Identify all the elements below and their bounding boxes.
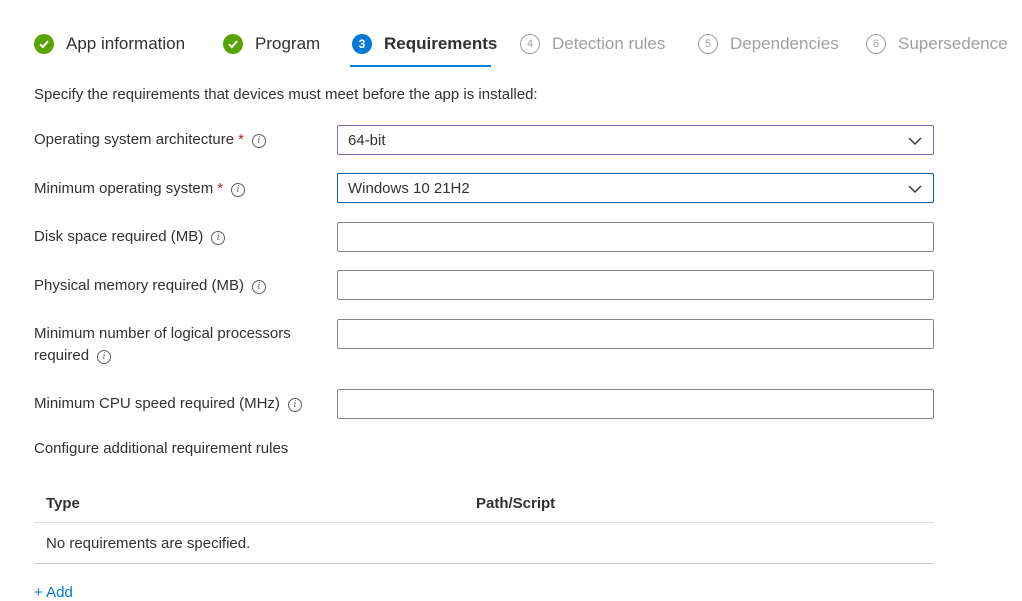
step-number: 5 (698, 34, 718, 54)
min-os-label: Minimum operating system * i (34, 178, 324, 200)
info-icon[interactable]: i (211, 231, 226, 245)
empty-table-message: No requirements are specified. (34, 523, 934, 564)
step-number: 4 (520, 34, 540, 54)
label-text: Minimum number of logical processors req… (34, 325, 291, 364)
step-detection-rules[interactable]: 4 Detection rules (520, 28, 665, 60)
step-label: Detection rules (552, 34, 666, 53)
required-marker: * (217, 180, 224, 197)
min-os-dropdown[interactable]: Windows 10 21H2 (337, 173, 934, 203)
label-text: Minimum operating system (34, 180, 214, 197)
info-icon[interactable]: i (287, 398, 302, 412)
step-label: Requirements (384, 34, 498, 53)
step-program[interactable]: Program (223, 28, 320, 60)
label-text: Minimum CPU speed required (MHz) (34, 395, 280, 412)
label-text: Disk space required (MB) (34, 228, 204, 245)
physical-memory-input[interactable] (337, 270, 934, 300)
disk-space-label: Disk space required (MB) i (34, 226, 324, 248)
additional-rules-title: Configure additional requirement rules (34, 440, 289, 457)
step-supersedence[interactable]: 6 Supersedence (866, 28, 1008, 60)
cpu-speed-input[interactable] (337, 389, 934, 419)
step-number: 6 (866, 34, 886, 54)
logical-processors-input[interactable] (337, 319, 934, 349)
step-number: 3 (352, 34, 372, 54)
step-app-information[interactable]: App information (34, 28, 185, 60)
disk-space-input[interactable] (337, 222, 934, 252)
add-rule-link[interactable]: + Add (34, 584, 73, 601)
step-label: Program (255, 34, 321, 53)
column-header-type[interactable]: Type (34, 495, 476, 512)
physical-memory-label: Physical memory required (MB) i (34, 275, 324, 297)
active-step-underline (350, 65, 491, 67)
logical-processors-label: Minimum number of logical processors req… (34, 323, 319, 367)
dropdown-value: Windows 10 21H2 (348, 179, 470, 197)
step-dependencies[interactable]: 5 Dependencies (698, 28, 839, 60)
required-marker: * (238, 131, 244, 148)
os-architecture-dropdown[interactable]: 64-bit (337, 125, 934, 155)
column-header-path-script[interactable]: Path/Script (476, 495, 934, 512)
checkmark-icon (34, 34, 54, 54)
chevron-down-icon (908, 185, 922, 193)
label-text: Physical memory required (MB) (34, 277, 245, 294)
info-icon[interactable]: i (97, 350, 112, 364)
cpu-speed-label: Minimum CPU speed required (MHz) i (34, 393, 334, 415)
os-architecture-label: Operating system architecture * i (34, 129, 324, 151)
checkmark-icon (223, 34, 243, 54)
label-text: Operating system architecture (34, 131, 235, 148)
info-icon[interactable]: i (252, 280, 267, 294)
step-label: Supersedence (898, 34, 1008, 53)
step-requirements[interactable]: 3 Requirements (352, 28, 497, 60)
dropdown-value: 64-bit (348, 131, 386, 149)
page-description: Specify the requirements that devices mu… (34, 86, 538, 103)
requirement-rules-table: Type Path/Script No requirements are spe… (34, 484, 934, 564)
info-icon[interactable]: i (251, 134, 266, 148)
chevron-down-icon (908, 137, 922, 145)
step-label: Dependencies (730, 34, 839, 53)
step-label: App information (66, 34, 186, 53)
table-header: Type Path/Script (34, 484, 934, 523)
info-icon[interactable]: i (231, 183, 246, 197)
